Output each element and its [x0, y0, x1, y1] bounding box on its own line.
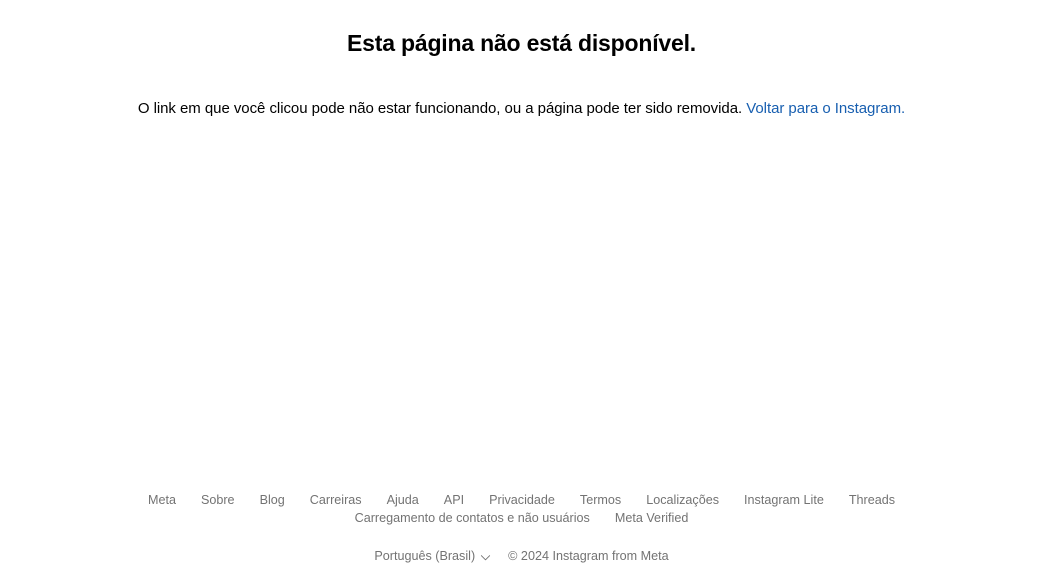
- site-footer: Meta Sobre Blog Carreiras Ajuda API Priv…: [0, 491, 1043, 573]
- error-page: Esta página não está disponível. O link …: [0, 0, 1043, 573]
- footer-link-blog[interactable]: Blog: [260, 491, 285, 509]
- language-selector-label: Português (Brasil): [374, 549, 476, 563]
- footer-bottom-row: Português (Brasil) © 2024 Instagram from…: [0, 547, 1043, 565]
- error-description: O link em que você clicou pode não estar…: [0, 58, 1043, 120]
- footer-link-carreiras[interactable]: Carreiras: [310, 491, 362, 509]
- chevron-down-icon: [480, 552, 491, 563]
- footer-link-meta[interactable]: Meta: [148, 491, 176, 509]
- footer-link-threads[interactable]: Threads: [849, 491, 895, 509]
- footer-link-carregamento-de-contatos[interactable]: Carregamento de contatos e não usuários: [355, 509, 590, 527]
- footer-link-termos[interactable]: Termos: [580, 491, 621, 509]
- footer-link-instagram-lite[interactable]: Instagram Lite: [744, 491, 824, 509]
- footer-link-localizacoes[interactable]: Localizações: [646, 491, 719, 509]
- language-selector[interactable]: Português (Brasil): [374, 547, 491, 565]
- page-title: Esta página não está disponível.: [347, 30, 696, 56]
- footer-link-api[interactable]: API: [444, 491, 464, 509]
- copyright-text: © 2024 Instagram from Meta: [508, 549, 669, 563]
- footer-links-row: Meta Sobre Blog Carreiras Ajuda API Priv…: [0, 491, 1043, 527]
- back-to-instagram-link[interactable]: Voltar para o Instagram.: [746, 100, 905, 117]
- error-description-text: O link em que você clicou pode não estar…: [137, 100, 747, 117]
- footer-link-meta-verified[interactable]: Meta Verified: [615, 509, 689, 527]
- footer-link-ajuda[interactable]: Ajuda: [387, 491, 419, 509]
- error-main-content: Esta página não está disponível. O link …: [0, 0, 1043, 491]
- footer-link-sobre[interactable]: Sobre: [201, 491, 235, 509]
- footer-link-privacidade[interactable]: Privacidade: [489, 491, 555, 509]
